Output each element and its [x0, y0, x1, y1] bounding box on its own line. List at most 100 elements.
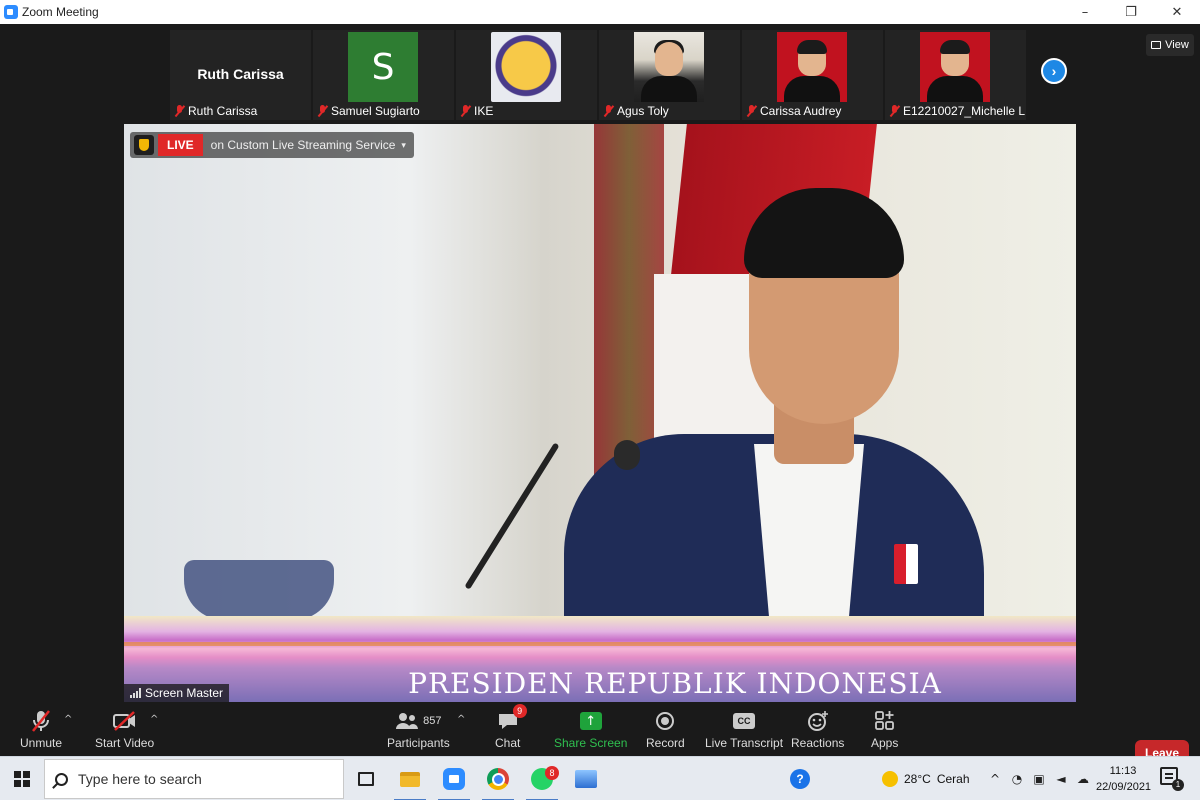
lower-third-banner: PRESIDEN REPUBLIK INDONESIA: [124, 616, 1076, 702]
chat-label: Chat: [495, 736, 521, 750]
search-input[interactable]: [78, 771, 318, 787]
weather-widget[interactable]: 28°C Cerah: [882, 757, 970, 800]
participant-tile[interactable]: Carissa Audrey: [742, 30, 883, 120]
share-screen-icon: ↑: [579, 708, 602, 734]
window-title-bar: Zoom Meeting – ❐ ✕: [0, 0, 1200, 24]
participant-strip: Ruth Carissa Ruth Carissa S Samuel Sugia…: [170, 30, 1026, 120]
device-icon[interactable]: ▣: [1032, 772, 1046, 786]
speaker-shirt: [754, 444, 864, 634]
share-screen-label: Share Screen: [554, 736, 628, 750]
speaker-hair: [744, 188, 904, 278]
whatsapp-badge: 8: [545, 766, 559, 780]
chat-badge: 9: [512, 704, 527, 718]
reactions-button[interactable]: Reactions: [791, 708, 844, 750]
participants-icon: 857: [395, 708, 442, 734]
start-button[interactable]: [0, 757, 44, 800]
task-view-button[interactable]: [344, 757, 388, 800]
view-button[interactable]: View: [1146, 34, 1194, 56]
chrome-button[interactable]: [476, 757, 520, 800]
participant-name-row: IKE: [460, 104, 493, 118]
live-transcript-button[interactable]: CC Live Transcript: [705, 708, 783, 750]
chevron-up-icon[interactable]: ^: [150, 714, 158, 725]
participant-tile[interactable]: S Samuel Sugiarto: [313, 30, 454, 120]
participant-tile[interactable]: E12210027_Michelle L...: [885, 30, 1026, 120]
participant-video: [920, 32, 990, 102]
cloud-icon[interactable]: ☁: [1076, 772, 1090, 786]
record-button[interactable]: Record: [646, 708, 685, 750]
apps-button[interactable]: Apps: [871, 708, 898, 750]
close-button[interactable]: ✕: [1154, 0, 1200, 24]
participant-name: E12210027_Michelle L...: [903, 104, 1026, 118]
live-badge: LIVE: [158, 134, 203, 156]
file-explorer-button[interactable]: [388, 757, 432, 800]
muted-microphone-icon: [174, 105, 185, 117]
weather-temp: 28°C: [904, 772, 931, 786]
live-stream-indicator[interactable]: LIVE on Custom Live Streaming Service ▾: [130, 132, 414, 158]
record-label: Record: [646, 736, 685, 750]
participant-name: Carissa Audrey: [760, 104, 842, 118]
signal-strength-icon: [130, 688, 141, 698]
muted-microphone-icon: [317, 105, 328, 117]
speaker-name: Screen Master: [145, 686, 224, 700]
file-explorer-icon: [400, 771, 420, 787]
minimize-button[interactable]: –: [1062, 0, 1108, 24]
reactions-icon: [807, 708, 829, 734]
participant-tile[interactable]: Ruth Carissa Ruth Carissa: [170, 30, 311, 120]
chevron-up-icon[interactable]: ^: [988, 772, 1002, 786]
unmute-label: Unmute: [20, 736, 63, 750]
participant-tile[interactable]: IKE: [456, 30, 597, 120]
apps-icon: [874, 708, 896, 734]
chevron-right-icon[interactable]: ›: [1041, 58, 1067, 84]
participant-name: IKE: [474, 104, 494, 118]
help-icon: ?: [790, 769, 810, 789]
shield-icon: [134, 135, 154, 155]
record-icon: [656, 708, 675, 734]
unmute-button[interactable]: Unmute: [20, 708, 62, 750]
video-hair: [797, 40, 827, 54]
window-controls: – ❐ ✕: [1062, 0, 1200, 24]
maximize-button[interactable]: ❐: [1108, 0, 1154, 24]
cc-icon: CC: [733, 708, 756, 734]
windows-logo-icon: [14, 771, 30, 787]
zoom-icon: [443, 768, 465, 790]
start-video-button[interactable]: Start Video: [95, 708, 154, 750]
help-button[interactable]: ?: [778, 757, 822, 800]
microphone-stand: [464, 442, 560, 590]
meeting-area: Ruth Carissa Ruth Carissa S Samuel Sugia…: [0, 24, 1200, 766]
photos-button[interactable]: [564, 757, 608, 800]
chevron-up-icon[interactable]: ^: [457, 714, 465, 725]
participants-button[interactable]: 857 Participants: [387, 708, 450, 750]
whatsapp-icon: 8: [531, 766, 559, 790]
participant-name-row: Agus Toly: [603, 104, 669, 118]
muted-microphone-icon: [889, 105, 900, 117]
apps-label: Apps: [871, 736, 899, 750]
chevron-up-icon[interactable]: ^: [64, 714, 72, 725]
clock-date: 22/09/2021: [1096, 781, 1152, 793]
zoom-taskbar-button[interactable]: [432, 757, 476, 800]
search-icon: [55, 772, 68, 786]
participants-count: 857: [423, 715, 442, 727]
share-screen-button[interactable]: ↑ Share Screen: [554, 708, 627, 750]
chevron-down-icon[interactable]: ▾: [401, 140, 406, 151]
chat-icon: 9: [497, 704, 527, 734]
wifi-icon[interactable]: ◔: [1010, 772, 1024, 786]
participant-display-name: Ruth Carissa: [197, 66, 284, 82]
participant-tile[interactable]: Agus Toly: [599, 30, 740, 120]
taskbar-clock[interactable]: 11:13 22/09/2021: [1096, 763, 1152, 795]
zoom-app-icon: [4, 5, 18, 19]
main-video: PRESIDEN REPUBLIK INDONESIA LIVE on Cust…: [124, 124, 1076, 702]
volume-icon[interactable]: ◄: [1054, 772, 1068, 786]
chrome-icon: [487, 768, 509, 790]
meeting-toolbar: Unmute ^ Start Video ^ 857 Participants …: [0, 704, 1200, 766]
background-object: [184, 560, 334, 620]
participant-video: [634, 32, 704, 102]
participant-video: [491, 32, 561, 102]
video-hair: [940, 40, 970, 54]
notification-icon[interactable]: 1: [1160, 767, 1184, 791]
chat-button[interactable]: 9 Chat: [495, 704, 527, 750]
windows-taskbar: 8 ? 28°C Cerah ^ ◔ ▣ ◄ ☁ 11:13 22/09/202…: [0, 756, 1200, 800]
taskbar-search-box[interactable]: [44, 759, 344, 799]
whatsapp-button[interactable]: 8: [520, 757, 564, 800]
participant-name-row: Carissa Audrey: [746, 104, 841, 118]
participant-name: Agus Toly: [617, 104, 669, 118]
